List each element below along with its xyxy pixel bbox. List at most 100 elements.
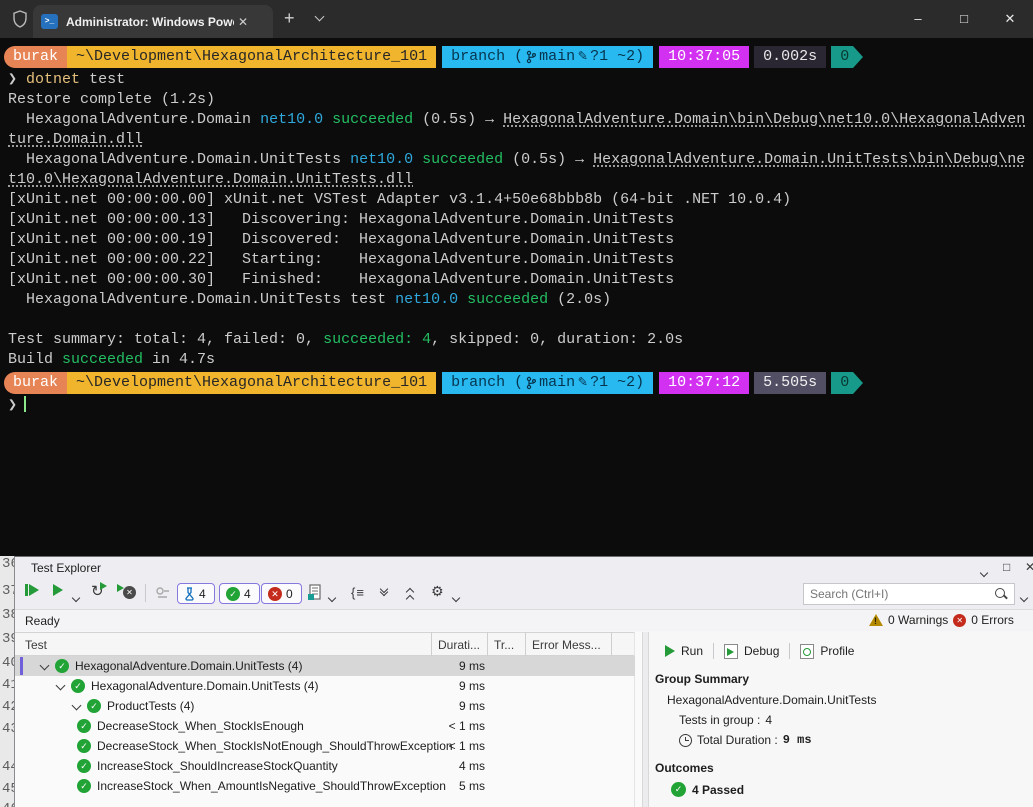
search-input[interactable] xyxy=(804,587,994,601)
terminal-output[interactable]: burak ~\Development\HexagonalArchitectur… xyxy=(0,38,1033,416)
expand-all-icon[interactable] xyxy=(381,586,387,592)
expand-chevron-icon[interactable] xyxy=(72,701,82,711)
run-button[interactable] xyxy=(53,584,63,599)
search-options-chevron-icon[interactable] xyxy=(1021,590,1027,604)
test-duration: < 1 ms xyxy=(438,736,485,756)
close-button[interactable]: ✕ xyxy=(987,0,1033,38)
prompt-exit-status: 0 xyxy=(831,372,853,394)
prompt-arrow-cap xyxy=(853,46,863,68)
minimize-button[interactable]: – xyxy=(895,0,941,38)
debug-icon xyxy=(724,644,738,659)
search-box xyxy=(803,583,1015,605)
test-duration: 9 ms xyxy=(438,696,485,716)
maximize-button[interactable]: □ xyxy=(941,0,987,38)
output-build-domain: HexagonalAdventure.Domain net10.0 succee… xyxy=(8,110,1033,150)
test-tree-row[interactable]: ✓ DecreaseStock_When_StockIsNotEnough_Sh… xyxy=(15,736,635,756)
search-icon[interactable] xyxy=(994,587,1008,601)
run-all-tests-button[interactable] xyxy=(25,584,39,599)
outcome-passed[interactable]: ✓4 Passed xyxy=(671,782,1033,797)
run-dropdown-icon[interactable] xyxy=(73,590,79,604)
clock-icon xyxy=(679,734,692,747)
command-line: ❯ dotnet test xyxy=(8,70,1033,90)
grid-header: Test Durati... Tr... Error Mess... xyxy=(15,632,635,656)
prompt-time: 10:37:12 xyxy=(659,372,749,394)
test-passed-icon: ✓ xyxy=(77,739,91,753)
profile-selected-button[interactable]: Profile xyxy=(790,644,864,659)
column-divider[interactable] xyxy=(431,632,432,656)
panel-splitter[interactable] xyxy=(642,632,649,807)
test-tree-row[interactable]: ✓ IncreaseStock_ShouldIncreaseStockQuant… xyxy=(15,756,635,776)
column-divider[interactable] xyxy=(611,632,612,656)
column-header-test[interactable]: Test xyxy=(25,638,47,652)
test-passed-icon: ✓ xyxy=(77,779,91,793)
group-by-icon[interactable]: {≡ xyxy=(351,585,365,600)
test-duration: 9 ms xyxy=(438,676,485,696)
terminal-tab[interactable]: >_ Administrator: Windows Powe ✕ xyxy=(33,5,273,38)
beaker-icon xyxy=(184,587,195,601)
line-number: 41 xyxy=(2,677,14,693)
tab-close-icon[interactable]: ✕ xyxy=(238,15,248,29)
tab-dropdown-icon[interactable] xyxy=(315,12,325,22)
column-divider[interactable] xyxy=(487,632,488,656)
settings-dropdown-icon[interactable] xyxy=(453,590,459,604)
line-number: 37 xyxy=(2,583,14,599)
repeat-last-run-button[interactable]: ↻ xyxy=(91,582,111,600)
collapse-all-icon[interactable] xyxy=(407,589,413,603)
line-number: 46 xyxy=(2,801,14,807)
line-number: 38 xyxy=(2,607,14,623)
toolbar-separator xyxy=(145,584,146,602)
failed-icon: ✕ xyxy=(268,587,282,601)
line-number: 39 xyxy=(2,631,14,647)
test-tree-row[interactable]: ✓ ProductTests (4) 9 ms xyxy=(15,696,635,716)
branch-name: main xyxy=(539,46,575,68)
expand-chevron-icon[interactable] xyxy=(40,661,50,671)
window-position-chevron-icon[interactable] xyxy=(981,565,987,579)
test-tree-row[interactable]: ✓ HexagonalAdventure.Domain.UnitTests (4… xyxy=(15,676,635,696)
blank-line xyxy=(8,310,1033,330)
test-duration: 4 ms xyxy=(438,756,485,776)
column-header-traits[interactable]: Tr... xyxy=(494,638,514,652)
playlist-dropdown-icon[interactable] xyxy=(329,590,335,604)
test-tree-row[interactable]: ✓ HexagonalAdventure.Domain.UnitTests (4… xyxy=(15,656,635,676)
run-selected-button[interactable]: Run xyxy=(655,644,713,658)
playlist-button[interactable] xyxy=(307,584,322,604)
tests-in-group-label: Tests in group : xyxy=(679,713,760,727)
test-explorer-content: Test Durati... Tr... Error Mess... ✓ Hex… xyxy=(15,632,1033,807)
error-icon: ✕ xyxy=(953,614,966,627)
test-tree-row[interactable]: ✓ IncreaseStock_When_AmountIsNegative_Sh… xyxy=(15,776,635,796)
cancel-run-button[interactable]: ✕ xyxy=(117,584,139,602)
test-tree-row[interactable]: ✓ DecreaseStock_When_StockIsEnough < 1 m… xyxy=(15,716,635,736)
line-number: 43 xyxy=(2,721,14,737)
cursor-line[interactable]: ❯ xyxy=(8,396,1033,416)
passed-count-label: 4 Passed xyxy=(692,783,744,797)
failed-tests-filter-chip[interactable]: ✕ 0 xyxy=(261,583,302,604)
window-maximize-icon[interactable]: □ xyxy=(1003,560,1010,574)
column-header-error-message[interactable]: Error Mess... xyxy=(532,638,601,652)
terminal-titlebar: >_ Administrator: Windows Powe ✕ + – □ ✕ xyxy=(0,0,1033,38)
passed-tests-count: 4 xyxy=(244,587,251,601)
prompt-user: burak xyxy=(4,46,67,68)
new-tab-button[interactable]: + xyxy=(284,8,295,29)
prompt-duration: 0.002s xyxy=(754,46,826,68)
prompt-time: 10:37:05 xyxy=(659,46,749,68)
expand-chevron-icon[interactable] xyxy=(56,681,66,691)
command-program: dotnet xyxy=(26,71,80,88)
column-header-duration[interactable]: Durati... xyxy=(438,638,480,652)
prompt-branch: branch ( main ✎ ?1 ~2) xyxy=(442,372,653,394)
branch-name: main xyxy=(539,372,575,394)
warnings-errors-group[interactable]: ! 0 Warnings ✕ 0 Errors xyxy=(869,613,1014,627)
test-explorer-titlebar[interactable]: Test Explorer □ ✕ xyxy=(15,557,1033,579)
prompt-arrow-cap xyxy=(853,372,863,394)
total-tests-filter-chip[interactable]: 4 xyxy=(177,583,215,604)
outcomes-title: Outcomes xyxy=(655,761,1033,775)
total-duration-label: Total Duration : xyxy=(697,733,778,747)
passed-tests-filter-chip[interactable]: ✓ 4 xyxy=(219,583,260,604)
settings-gear-icon[interactable]: ⚙ xyxy=(431,583,444,600)
branch-prefix: branch ( xyxy=(451,46,523,68)
debug-selected-button[interactable]: Debug xyxy=(714,644,789,659)
window-close-icon[interactable]: ✕ xyxy=(1025,560,1033,574)
git-branch-icon xyxy=(526,50,536,64)
test-name: IncreaseStock_ShouldIncreaseStockQuantit… xyxy=(97,756,338,776)
prompt-user: burak xyxy=(4,372,67,394)
column-divider[interactable] xyxy=(525,632,526,656)
